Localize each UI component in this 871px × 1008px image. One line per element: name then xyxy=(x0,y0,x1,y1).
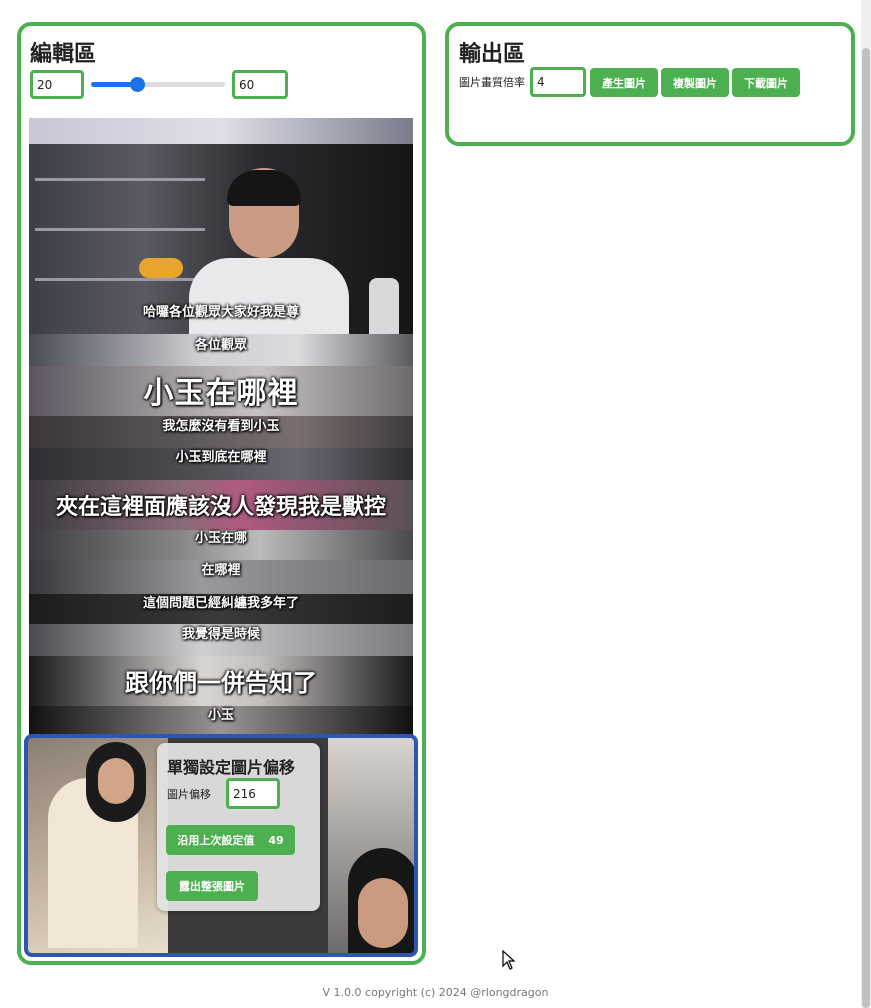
generate-image-button[interactable]: 產生圖片 xyxy=(590,68,658,97)
mouse-cursor-icon xyxy=(502,950,516,970)
caption-4: 我怎麼沒有看到小玉 xyxy=(162,419,280,434)
caption-3: 小玉在哪裡 xyxy=(143,376,299,411)
scrollbar-thumb[interactable] xyxy=(862,48,870,1008)
caption-9: 這個問題已經糾纏我多年了 xyxy=(142,596,299,611)
footer-copyright: V 1.0.0 copyright (c) 2024 @rlongdragon xyxy=(322,986,549,999)
reveal-full-image-button[interactable]: 露出整張圖片 xyxy=(166,871,258,901)
caption-6: 夾在這裡面應該沒人發現我是獸控 xyxy=(55,495,386,520)
reuse-last-offset-button[interactable]: 沿用上次設定值 49 xyxy=(166,825,295,855)
frames-preview[interactable]: 哈囉各位觀眾大家好我是尊 各位觀眾 小玉在哪裡 我怎麼沒有看到小玉 小玉到底在哪… xyxy=(29,118,413,738)
start-input[interactable] xyxy=(30,70,84,99)
scale-input[interactable] xyxy=(530,67,586,97)
end-input[interactable] xyxy=(232,70,288,99)
caption-5: 小玉到底在哪裡 xyxy=(175,450,267,465)
popup-title: 單獨設定圖片偏移 xyxy=(167,758,296,777)
frame-1[interactable] xyxy=(29,118,413,366)
output-title: 輸出區 xyxy=(459,42,526,67)
offset-popup: 單獨設定圖片偏移 圖片偏移 沿用上次設定值 49 露出整張圖片 xyxy=(157,743,320,911)
caption-11: 跟你們一併告知了 xyxy=(125,669,317,697)
caption-12: 小玉 xyxy=(207,708,234,723)
reuse-count: 49 xyxy=(268,833,284,847)
download-image-button[interactable]: 下載圖片 xyxy=(732,68,800,97)
offset-label: 圖片偏移 xyxy=(167,788,211,801)
caption-8: 在哪裡 xyxy=(201,563,241,578)
caption-7: 小玉在哪 xyxy=(194,531,247,546)
caption-10: 我覺得是時候 xyxy=(181,627,260,642)
scale-label: 圖片畫質倍率 xyxy=(459,76,525,89)
reuse-label: 沿用上次設定值 xyxy=(177,834,255,847)
copy-image-button[interactable]: 複製圖片 xyxy=(661,68,729,97)
slider-thumb[interactable] xyxy=(129,77,145,92)
caption-1: 哈囉各位觀眾大家好我是尊 xyxy=(142,305,299,320)
offset-input[interactable] xyxy=(226,778,280,809)
editor-title: 編輯區 xyxy=(30,42,97,67)
caption-2: 各位觀眾 xyxy=(194,338,247,353)
range-slider[interactable] xyxy=(91,77,225,92)
page-scrollbar[interactable] xyxy=(861,0,871,1008)
